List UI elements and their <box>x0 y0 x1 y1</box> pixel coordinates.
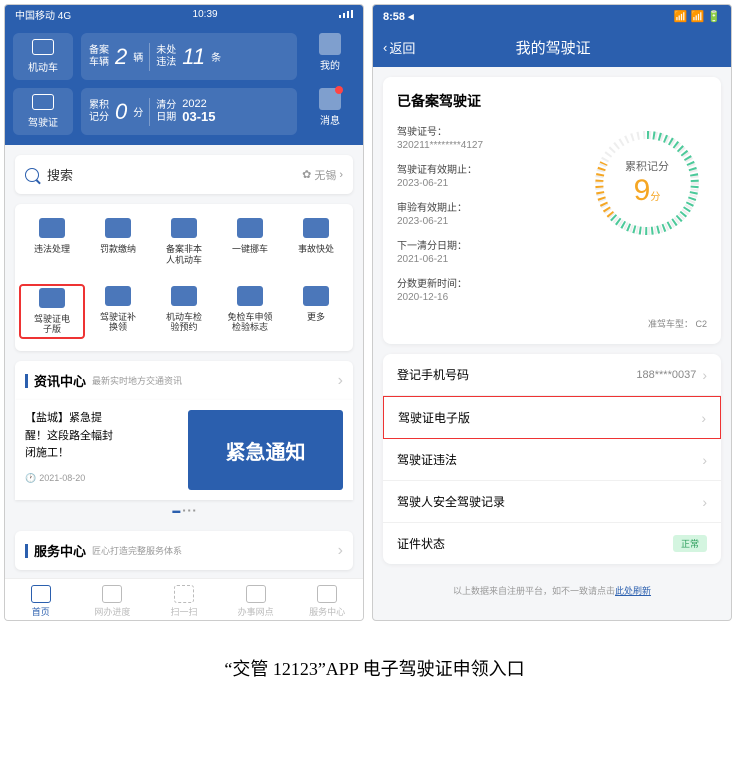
news-date: 🕐 2021-08-20 <box>25 471 178 485</box>
function-icon <box>105 286 131 306</box>
function-icon <box>171 218 197 238</box>
carrier-label: 中国移动 4G <box>15 7 71 22</box>
info-row: 下一清分日期：2021-06-21 <box>397 237 587 265</box>
status-icons: 📶 📶 🔋 <box>674 10 721 23</box>
status-time: 8:58 ◂ <box>383 10 414 23</box>
function-icon <box>105 218 131 238</box>
license-card[interactable]: 驾驶证 <box>13 88 73 135</box>
notification-dot <box>335 86 343 94</box>
service-section-header[interactable]: 服务中心 匠心打造完整服务体系› <box>15 531 353 570</box>
avatar-icon <box>319 33 341 55</box>
news-banner: 紧急通知 <box>188 410 343 490</box>
license-info-card: 已备案驾驶证 驾驶证号：320211********4127 驾驶证有效期止：20… <box>383 77 721 344</box>
license-icon <box>32 94 54 110</box>
message-button[interactable]: 消息 <box>305 88 355 135</box>
message-icon <box>319 88 341 110</box>
grid-item[interactable]: 驾驶证补 换领 <box>85 284 151 340</box>
status-bar: 8:58 ◂ 📶 📶 🔋 <box>373 5 731 27</box>
list-item[interactable]: 登记手机号码188****0037› <box>383 354 721 396</box>
function-icon <box>39 218 65 238</box>
grid-item[interactable]: 事故快处 <box>283 216 349 268</box>
list-item[interactable]: 驾驶证电子版› <box>383 396 721 439</box>
grid-item[interactable]: 机动车检 验预约 <box>151 284 217 340</box>
info-row: 驾驶证号：320211********4127 <box>397 123 587 151</box>
my-license-screenshot: 8:58 ◂ 📶 📶 🔋 ‹ 返回 我的驾驶证 已备案驾驶证 驾驶证号：3202… <box>372 4 732 621</box>
chevron-right-icon: › <box>702 367 707 383</box>
grid-item[interactable]: 一键挪车 <box>217 216 283 268</box>
info-row: 分数更新时间：2020-12-16 <box>397 275 587 303</box>
function-icon <box>39 288 65 308</box>
news-title: 【盐城】紧急提 醒！这段路全幅封 闭施工！ <box>25 410 178 463</box>
chevron-right-icon: › <box>702 494 707 510</box>
pagination-dots: ▬ ▪ ▪ ▪ <box>5 500 363 521</box>
info-row: 驾驶证有效期止：2023-06-21 <box>397 161 587 189</box>
status-bar: 中国移动 4G 10:39 <box>5 5 363 23</box>
function-grid: 违法处理罚款缴纳备案非本 人机动车一键挪车事故快处驾驶证电 子版驾驶证补 换领机… <box>15 204 353 351</box>
status-badge: 正常 <box>673 535 707 552</box>
points-stats[interactable]: 累积 记分 0分 清分 日期 202203-15 <box>81 88 297 135</box>
grid-item[interactable]: 违法处理 <box>19 216 85 268</box>
grid-item[interactable]: 免检车申领 检验标志 <box>217 284 283 340</box>
tab-item[interactable]: 办事网点 <box>220 585 292 618</box>
vehicle-card[interactable]: 机动车 <box>13 33 73 80</box>
tab-item[interactable]: 服务中心 <box>291 585 363 618</box>
footer-note: 以上数据来自注册平台，如不一致请点击此处刷新 <box>373 574 731 607</box>
page-title: 我的驾驶证 <box>385 37 721 58</box>
list-item[interactable]: 驾驶证违法› <box>383 439 721 481</box>
nav-bar: ‹ 返回 我的驾驶证 <box>373 27 731 67</box>
list-item[interactable]: 证件状态正常 <box>383 523 721 564</box>
list-item[interactable]: 驾驶人安全驾驶记录› <box>383 481 721 523</box>
chevron-right-icon: › <box>338 372 343 390</box>
vehicle-stats[interactable]: 备案 车辆 2辆 未处 违法 11条 <box>81 33 297 80</box>
news-section-header[interactable]: 资讯中心 最新实时地方交通资讯› <box>15 361 353 400</box>
car-type: 准驾车型： C2 <box>397 317 707 330</box>
profile-button[interactable]: 我的 <box>305 33 355 80</box>
battery-icon <box>339 10 353 18</box>
tab-icon <box>246 585 266 603</box>
points-gauge: 累积记分 9分 <box>587 123 707 243</box>
tab-icon <box>31 585 51 603</box>
tab-item[interactable]: 首页 <box>5 585 77 618</box>
grid-item[interactable]: 备案非本 人机动车 <box>151 216 217 268</box>
refresh-link[interactable]: 此处刷新 <box>615 586 651 596</box>
header: 机动车 备案 车辆 2辆 未处 违法 11条 我的 驾驶证 累积 记分 0分 清… <box>5 23 363 145</box>
status-time: 10:39 <box>193 9 218 20</box>
tab-item[interactable]: 网办进度 <box>77 585 149 618</box>
search-icon <box>25 168 39 182</box>
app-home-screenshot: 中国移动 4G 10:39 机动车 备案 车辆 2辆 未处 违法 11条 我的 … <box>4 4 364 621</box>
card-title: 已备案驾驶证 <box>397 91 707 111</box>
grid-item[interactable]: 更多 <box>283 284 349 340</box>
grid-item[interactable]: 驾驶证电 子版 <box>19 284 85 340</box>
bottom-tabbar: 首页网办进度扫一扫办事网点服务中心 <box>5 578 363 620</box>
search-placeholder: 搜索 <box>47 165 302 184</box>
tab-item[interactable]: 扫一扫 <box>148 585 220 618</box>
function-icon <box>303 218 329 238</box>
figure-caption: “交管 12123”APP 电子驾驶证申领入口 <box>0 625 749 691</box>
news-item[interactable]: 【盐城】紧急提 醒！这段路全幅封 闭施工！ 🕐 2021-08-20 紧急通知 <box>15 400 353 500</box>
function-icon <box>237 218 263 238</box>
function-icon <box>303 286 329 306</box>
function-icon <box>237 286 263 306</box>
tab-icon <box>317 585 337 603</box>
function-icon <box>171 286 197 306</box>
grid-item[interactable]: 罚款缴纳 <box>85 216 151 268</box>
menu-list: 登记手机号码188****0037›驾驶证电子版›驾驶证违法›驾驶人安全驾驶记录… <box>383 354 721 564</box>
chevron-right-icon: › <box>338 542 343 560</box>
chevron-right-icon: › <box>701 410 706 426</box>
tab-icon <box>102 585 122 603</box>
location-selector[interactable]: ✿ 无锡 › <box>302 167 343 183</box>
chevron-right-icon: › <box>702 452 707 468</box>
info-row: 审验有效期止：2023-06-21 <box>397 199 587 227</box>
tab-icon <box>174 585 194 603</box>
search-bar[interactable]: 搜索 ✿ 无锡 › <box>15 155 353 194</box>
car-icon <box>32 39 54 55</box>
